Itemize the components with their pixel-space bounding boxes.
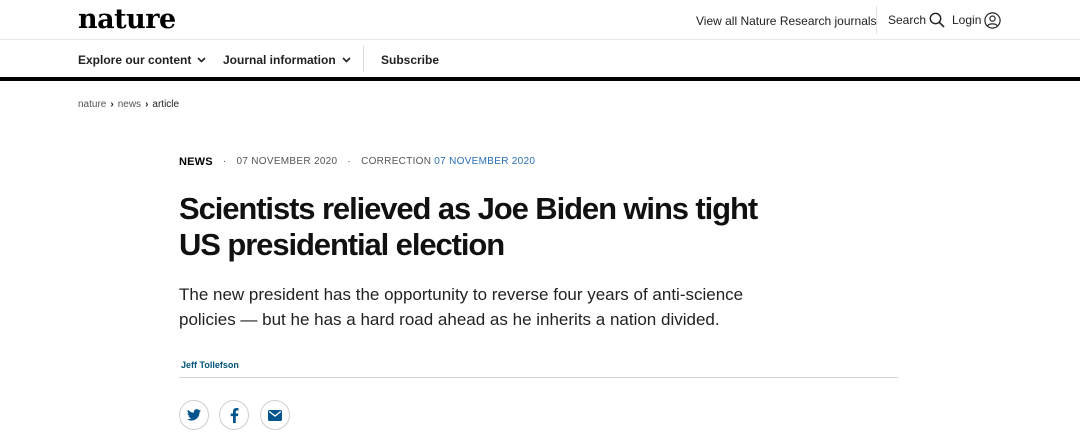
chevron-right-icon: › <box>145 99 149 110</box>
nature-logo[interactable]: nature <box>78 4 176 36</box>
twitter-icon <box>187 409 201 421</box>
standfirst-line-1: The new president has the opportunity to… <box>179 285 744 304</box>
header-rule <box>0 77 1080 81</box>
email-icon <box>268 409 282 421</box>
author-link[interactable]: Jeff Tollefson <box>181 359 239 371</box>
article-title-line-1: Scientists relieved as Joe Biden wins ti… <box>179 191 758 226</box>
user-icon <box>984 11 1002 29</box>
subscribe-label: Subscribe <box>381 53 440 67</box>
search-label: Search <box>888 13 927 27</box>
journal-information-label: Journal information <box>223 53 336 67</box>
breadcrumb-item-nature[interactable]: nature <box>78 98 106 112</box>
standfirst-line-2: policies — but he has a hard road ahead … <box>179 310 720 329</box>
search-button[interactable]: Search <box>888 11 945 29</box>
breadcrumb: nature › news › article <box>78 98 179 112</box>
breadcrumb-item-article: article <box>152 99 180 110</box>
site-header: nature View all Nature Research journals… <box>0 0 1080 40</box>
header-divider <box>876 6 877 34</box>
chevron-down-icon <box>197 57 206 63</box>
login-label: Login <box>952 13 982 27</box>
article-title-line-2: US presidential election <box>179 227 505 262</box>
meta-separator: · <box>222 156 227 167</box>
breadcrumb-item-news[interactable]: news <box>118 98 141 112</box>
facebook-icon <box>230 407 238 423</box>
nav-divider <box>363 46 364 72</box>
subscribe-link[interactable]: Subscribe <box>381 52 439 68</box>
login-button[interactable]: Login <box>952 11 1002 29</box>
share-twitter-button[interactable] <box>179 400 209 430</box>
chevron-right-icon: › <box>110 99 114 110</box>
correction-label: CORRECTION <box>361 156 432 167</box>
search-icon <box>929 12 945 28</box>
journal-information-menu[interactable]: Journal information <box>223 52 351 68</box>
main-nav: Explore our content Journal information … <box>0 40 1080 78</box>
share-email-button[interactable] <box>260 400 290 430</box>
view-all-journals-link[interactable]: View all Nature Research journals <box>696 13 877 29</box>
article-meta: NEWS · 07 NOVEMBER 2020 · CORRECTION 07 … <box>179 155 535 169</box>
explore-content-label: Explore our content <box>78 53 192 67</box>
article-title: Scientists relieved as Joe Biden wins ti… <box>179 191 819 263</box>
share-facebook-button[interactable] <box>219 400 249 430</box>
meta-separator: · <box>347 156 352 167</box>
correction-date-link[interactable]: 07 NOVEMBER 2020 <box>434 155 535 169</box>
explore-content-menu[interactable]: Explore our content <box>78 52 206 68</box>
publish-date: 07 NOVEMBER 2020 <box>236 156 338 167</box>
author-divider <box>179 377 898 378</box>
article-type: NEWS <box>179 156 213 168</box>
article-standfirst: The new president has the opportunity to… <box>179 282 779 332</box>
chevron-down-icon <box>342 57 351 63</box>
